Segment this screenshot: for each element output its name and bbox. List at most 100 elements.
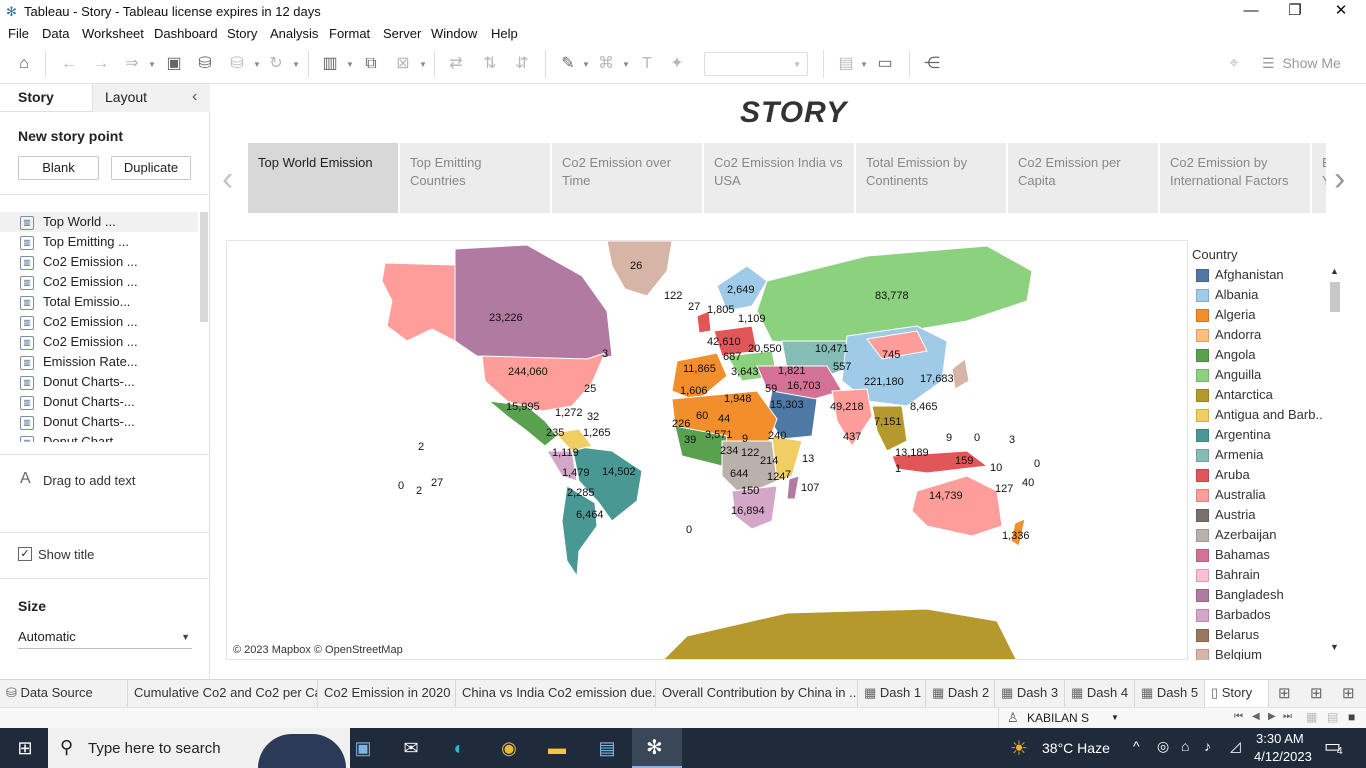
chevron-up-icon[interactable]: ▲ [1330, 266, 1339, 276]
sheet-tab[interactable]: Co2 Emission in 2020 [318, 680, 456, 707]
story-point-tab[interactable]: Co2 Emission over Time [552, 143, 702, 213]
mail-icon[interactable]: ✉ [396, 734, 426, 762]
world-map[interactable]: 26 122 2,649 27 1,805 1,109 83,778 23,22… [226, 240, 1188, 660]
tab-layout[interactable]: Layout [105, 89, 147, 105]
fix-axes-icon[interactable]: ✦ [665, 52, 689, 76]
dashboard-tab[interactable]: ▦ Dash 3 [995, 680, 1065, 707]
replay-icon[interactable]: ⇒ [120, 52, 144, 76]
dashboard-tab[interactable]: ▦ Dash 5 [1135, 680, 1205, 707]
microsoft-store-icon[interactable]: ▣ [348, 734, 378, 762]
chevron-up-icon[interactable]: ^ [1133, 738, 1140, 754]
next-arrow-icon[interactable]: › [1334, 160, 1345, 199]
story-point-tab[interactable]: E Y [1312, 143, 1326, 213]
sheet-tab[interactable]: China vs India Co2 emission due... [456, 680, 656, 707]
collapse-pane-icon[interactable]: ‹ [192, 88, 197, 106]
app-icon[interactable]: ▤ [592, 734, 622, 762]
chevron-down-icon[interactable]: ▼ [622, 60, 630, 69]
fit-dropdown[interactable]: ▼ [704, 52, 808, 76]
tab-story[interactable]: Story [18, 89, 54, 105]
chevron-down-icon[interactable]: ▼ [253, 60, 261, 69]
weather-text[interactable]: 38°C Haze [1042, 740, 1110, 756]
menu-server[interactable]: Server [383, 26, 421, 41]
chevron-down-icon[interactable]: ▼ [860, 60, 868, 69]
meet-now-icon[interactable]: ◎ [1157, 738, 1169, 755]
close-icon[interactable]: ✕ [1318, 0, 1364, 24]
restore-icon[interactable]: ❐ [1272, 0, 1318, 24]
group-members-icon[interactable]: ⌘ [594, 52, 618, 76]
drag-to-add-text[interactable]: Drag to add text [43, 473, 136, 488]
file-explorer-icon[interactable]: ▬ [542, 734, 572, 762]
next-sheet-icon[interactable]: ▶ [1268, 711, 1276, 722]
show-sheet-sorter-icon[interactable]: ▦ [1306, 710, 1317, 724]
edge-browser-icon[interactable]: ◐ [444, 734, 474, 762]
dashboard-tab[interactable]: ▦ Dash 4 [1065, 680, 1135, 707]
chevron-down-icon[interactable]: ▼ [148, 60, 156, 69]
swap-rows-columns-icon[interactable]: ⇄ [444, 52, 468, 76]
highlight-icon[interactable]: ✎ [556, 52, 580, 76]
dashboard-tab[interactable]: ▦ Dash 1 [858, 680, 926, 707]
menu-data[interactable]: Data [42, 26, 69, 41]
volume-icon[interactable]: ♪ [1204, 738, 1211, 754]
tableau-taskbar-button[interactable]: ✻ [632, 728, 682, 768]
previous-sheet-icon[interactable]: ◀ [1252, 711, 1260, 722]
menu-story[interactable]: Story [227, 26, 257, 41]
menu-file[interactable]: File [8, 26, 29, 41]
windows-start-icon[interactable]: ⊞ [10, 734, 40, 762]
presentation-mode-icon[interactable]: ▭ [873, 52, 897, 76]
story-point-tab[interactable]: Total Emission by Continents [856, 143, 1006, 213]
undo-icon[interactable]: ← [57, 52, 81, 76]
user-menu[interactable]: ♙ KABILAN S ▼ [998, 708, 1126, 728]
show-mark-labels-icon[interactable]: T [635, 52, 659, 76]
sheet-tab[interactable]: Cumulative Co2 and Co2 per Ca... [128, 680, 318, 707]
story-point-tab[interactable]: Co2 Emission by International Factors [1160, 143, 1310, 213]
new-worksheet-tab-icon[interactable]: ⊞ [1278, 684, 1291, 702]
story-point-tab[interactable]: Co2 Emission India vs USA [704, 143, 854, 213]
chevron-down-icon[interactable]: ▼ [582, 60, 590, 69]
blank-button[interactable]: Blank [18, 156, 99, 180]
show-me-button[interactable]: ☰ Show Me [1262, 55, 1341, 72]
taskbar-search-box[interactable]: ⚲ Type here to search [48, 728, 350, 768]
pause-updates-icon[interactable]: ⛁ [225, 52, 249, 76]
show-tabs-icon[interactable]: ■ [1348, 710, 1355, 724]
last-sheet-icon[interactable]: ⏭ [1283, 711, 1292, 722]
wifi-icon[interactable]: ◿ [1230, 738, 1241, 755]
legend-scrollbar[interactable]: ▲ ▼ [1328, 266, 1342, 654]
clock-date[interactable]: 4/12/2023 [1254, 749, 1312, 764]
story-point-tab[interactable]: Top Emitting Countries [400, 143, 550, 213]
show-cards-icon[interactable]: ▤ [834, 52, 858, 76]
story-point-tab[interactable]: Co2 Emission per Capita [1008, 143, 1158, 213]
duplicate-sheet-icon[interactable]: ⧉ [359, 52, 383, 76]
clear-sheet-icon[interactable]: ⊠ [391, 52, 415, 76]
menu-analysis[interactable]: Analysis [270, 26, 318, 41]
network-icon[interactable]: ⌂ [1181, 738, 1189, 754]
dashboard-tab[interactable]: ▦ Dash 2 [926, 680, 995, 707]
sheet-tab[interactable]: Overall Contribution by China in ... [656, 680, 858, 707]
format-painter-icon[interactable]: ⌖ [1222, 52, 1246, 76]
show-title-checkbox[interactable]: ✓ [18, 547, 32, 561]
sort-ascending-icon[interactable]: ⇅ [478, 52, 502, 76]
chevron-down-icon[interactable]: ▼ [419, 60, 427, 69]
previous-arrow-icon[interactable]: ‹ [222, 160, 233, 199]
duplicate-button[interactable]: Duplicate [111, 156, 191, 180]
home-icon[interactable]: ⌂ [12, 52, 36, 76]
menu-window[interactable]: Window [431, 26, 477, 41]
clock-time[interactable]: 3:30 AM [1256, 731, 1304, 746]
scrollbar-thumb[interactable] [1330, 282, 1340, 312]
sort-descending-icon[interactable]: ⇵ [510, 52, 534, 76]
menu-help[interactable]: Help [491, 26, 518, 41]
new-worksheet-icon[interactable]: ▥ [318, 52, 342, 76]
tab-data-source[interactable]: ⛁ Data Source [0, 680, 128, 707]
chevron-down-icon[interactable]: ▼ [1330, 642, 1339, 652]
menu-dashboard[interactable]: Dashboard [154, 26, 218, 41]
show-filmstrip-icon[interactable]: ▤ [1327, 710, 1338, 724]
menu-format[interactable]: Format [329, 26, 370, 41]
redo-icon[interactable]: → [89, 52, 113, 76]
share-icon[interactable]: ⋲ [920, 52, 944, 76]
new-story-tab-icon[interactable]: ⊞ [1342, 684, 1355, 702]
minimize-icon[interactable]: — [1228, 0, 1274, 24]
story-point-tab[interactable]: Top World Emission [248, 143, 398, 213]
list-scrollbar[interactable] [200, 212, 208, 322]
story-tab[interactable]: ▯ Story [1205, 680, 1269, 707]
new-dashboard-tab-icon[interactable]: ⊞ [1310, 684, 1323, 702]
save-icon[interactable]: ▣ [162, 52, 186, 76]
